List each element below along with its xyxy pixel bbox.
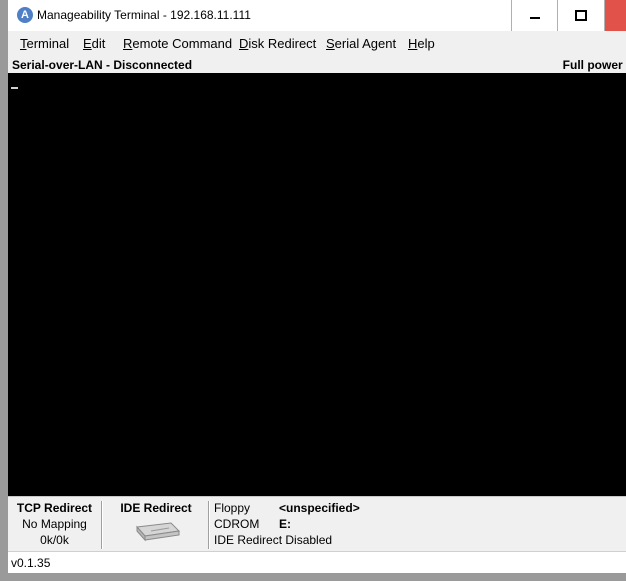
menu-disk-redirect[interactable]: Disk Redirect [239, 36, 316, 51]
divider [101, 501, 103, 549]
menu-terminal[interactable]: Terminal [20, 36, 69, 51]
media-redirect-section: Floppy <unspecified> CDROM E: IDE Redire… [214, 501, 624, 551]
divider [208, 501, 210, 549]
floppy-label: Floppy [214, 501, 251, 515]
menu-label: erminal [26, 36, 70, 51]
tcp-mapping-status: No Mapping [22, 517, 87, 531]
floppy-row: Floppy <unspecified> [214, 501, 624, 517]
close-button[interactable] [604, 0, 626, 31]
tcp-redirect-heading: TCP Redirect [16, 501, 93, 515]
title-bar[interactable]: A Manageability Terminal - 192.168.11.11… [8, 0, 626, 31]
menu-bar: Terminal Edit Remote Command Disk Redire… [8, 31, 626, 55]
menu-help[interactable]: Help [408, 36, 435, 51]
ide-redirect-status: IDE Redirect Disabled [214, 533, 333, 547]
minimize-button[interactable] [511, 0, 557, 31]
menu-label: dit [91, 36, 106, 51]
menu-mnemonic: R [123, 36, 133, 51]
maximize-icon [574, 10, 587, 21]
cdrom-row: CDROM E: [214, 517, 624, 533]
menu-edit[interactable]: Edit [83, 36, 105, 51]
ide-redirect-section[interactable]: IDE Redirect [104, 497, 208, 552]
minimize-icon [529, 16, 540, 19]
tcp-redirect-section: TCP Redirect No Mapping 0k/0k [8, 497, 101, 552]
redirect-status-panel: TCP Redirect No Mapping 0k/0k IDE Redire… [8, 496, 626, 552]
menu-label: emote Command [132, 36, 233, 51]
window-border [8, 573, 626, 581]
version-label: v0.1.35 [11, 556, 51, 570]
drive-icon [131, 519, 181, 543]
menu-mnemonic: S [326, 36, 335, 51]
maximize-button[interactable] [557, 0, 603, 31]
menu-serial-agent[interactable]: Serial Agent [326, 36, 396, 51]
connection-status-bar: Serial-over-LAN - Disconnected Full powe… [8, 55, 626, 73]
ide-redirect-heading: IDE Redirect [120, 501, 192, 515]
sol-status: Serial-over-LAN - Disconnected [12, 58, 193, 72]
menu-mnemonic: D [239, 36, 249, 51]
menu-label: erial Agent [334, 36, 397, 51]
tcp-traffic: 0k/0k [40, 533, 69, 547]
menu-mnemonic: E [83, 36, 92, 51]
status-bar: v0.1.35 [8, 551, 626, 574]
menu-mnemonic: H [408, 36, 418, 51]
power-status: Full power ( [562, 58, 626, 72]
app-window: A Manageability Terminal - 192.168.11.11… [0, 0, 626, 581]
ide-redirect-row: IDE Redirect Disabled [214, 533, 624, 549]
window-title: Manageability Terminal - 192.168.11.111 [37, 8, 251, 22]
menu-label: elp [417, 36, 435, 51]
cdrom-value: E: [279, 517, 291, 531]
cdrom-label: CDROM [214, 517, 260, 531]
menu-remote-command[interactable]: Remote Command [123, 36, 232, 51]
floppy-value: <unspecified> [279, 501, 360, 515]
menu-label: isk Redirect [248, 36, 317, 51]
terminal-screen[interactable] [8, 73, 626, 496]
terminal-cursor [11, 87, 18, 89]
app-logo-icon: A [17, 7, 33, 23]
